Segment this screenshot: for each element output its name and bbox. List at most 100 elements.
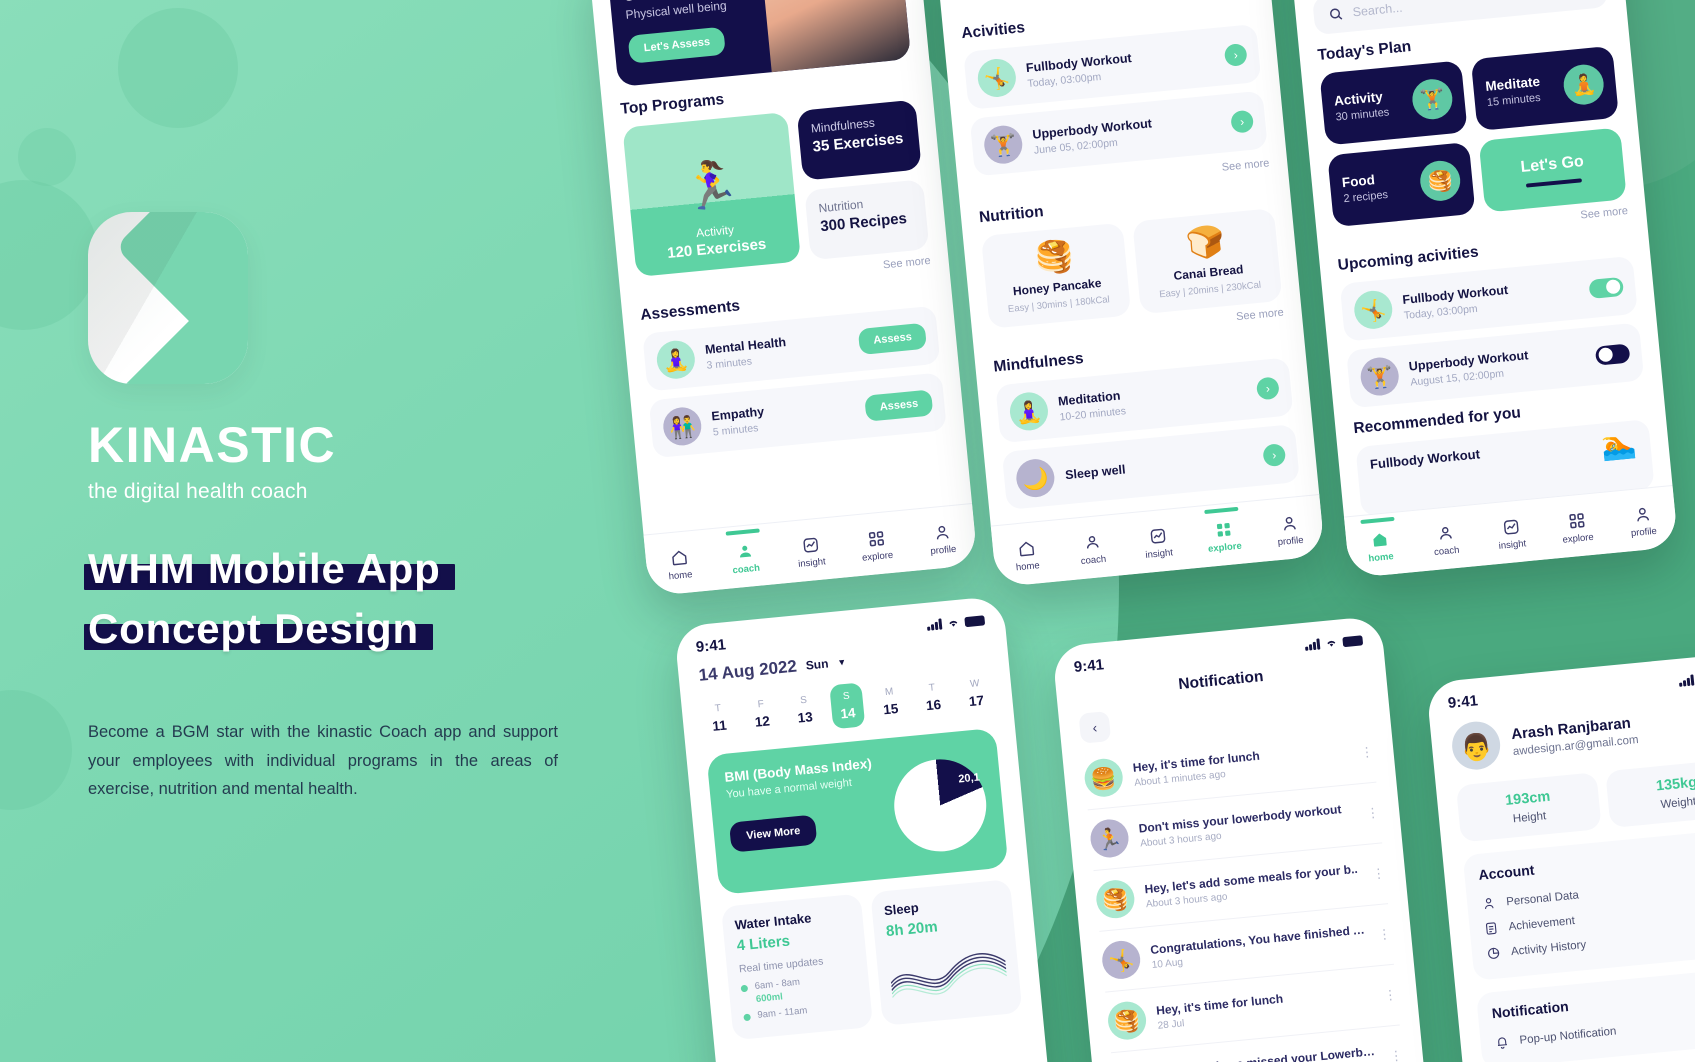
more-options-icon[interactable]: ⋮ (1360, 744, 1374, 760)
avatar[interactable]: 👨 (1449, 719, 1503, 772)
chevron-down-icon[interactable]: ▼ (837, 657, 847, 668)
nav-item-profile[interactable]: profile (908, 520, 977, 559)
nav-label: insight (1498, 538, 1527, 552)
nav-label: explore (861, 549, 894, 564)
profile-stats: 193cm Height 135kg Weight (1455, 757, 1695, 843)
timeline-dot (743, 1013, 751, 1022)
more-options-icon[interactable]: ⋮ (1371, 865, 1385, 881)
nav-item-explore[interactable]: explore (842, 526, 911, 565)
program-card-nutrition[interactable]: Nutrition 300 Recipes (803, 179, 930, 261)
more-options-icon[interactable]: ⋮ (1366, 805, 1380, 821)
headline-line-1: WHM Mobile App (84, 545, 455, 592)
nav-label: profile (1277, 534, 1305, 549)
nav-item-coach[interactable]: coach (1411, 521, 1480, 560)
signal-icon (927, 618, 943, 631)
plan-label: Food (1341, 172, 1376, 191)
day-cell[interactable]: T 16 (915, 674, 951, 721)
day-number: 14 (839, 705, 857, 722)
explore-icon (1216, 523, 1230, 537)
nav-item-home[interactable]: home (645, 545, 714, 584)
plan-value: 2 recipes (1342, 188, 1389, 206)
plan-tile-activity[interactable]: Activity 30 minutes 🏋️ (1319, 60, 1468, 146)
day-cell-selected[interactable]: S 14 (829, 682, 866, 730)
poster-canvas: KINASTIC the digital health coach WHM Mo… (0, 0, 1695, 1062)
brand-tagline: the digital health coach (88, 480, 308, 503)
hero-photo (761, 0, 912, 73)
plan-tile-meditate[interactable]: Meditate 15 minutes 🧘 (1470, 45, 1619, 132)
view-more-button[interactable]: View More (728, 814, 818, 853)
meal-card[interactable]: 🥞 Honey Pancake Easy | 30mins | 180kCal (980, 222, 1132, 329)
account-item-label: Achievement (1508, 914, 1576, 933)
nav-item-home[interactable]: home (992, 536, 1061, 575)
nav-item-profile[interactable]: profile (1608, 502, 1677, 541)
water-amount: 600ml (755, 991, 784, 1005)
jumprope-avatar: 🤸 (976, 57, 1018, 99)
nav-label: insight (1145, 547, 1174, 561)
nav-item-insight[interactable]: insight (1477, 515, 1546, 554)
coach-screen: Understand your Physical well being Let'… (588, 0, 978, 596)
nav-item-explore[interactable]: explore (1189, 517, 1258, 556)
activity-illustration: 🏃‍♀️ (679, 156, 742, 214)
profile-icon (1283, 516, 1296, 531)
back-button[interactable]: ‹ (1078, 710, 1112, 744)
day-dow: S (842, 690, 851, 703)
day-dow: M (884, 686, 894, 699)
day-cell[interactable]: T 11 (701, 695, 737, 742)
top-programs-list: 🏃‍♀️ Activity 120 Exercises Mindfulness … (622, 99, 930, 278)
water-range: 9am - 11am (756, 1005, 808, 1021)
nav-item-insight[interactable]: insight (777, 533, 846, 572)
day-cell[interactable]: M 15 (872, 678, 908, 725)
lets-go-button[interactable]: Let's Go (1478, 127, 1627, 213)
more-options-icon[interactable]: ⋮ (1377, 926, 1391, 942)
nav-label: insight (797, 556, 827, 570)
nav-item-home[interactable]: home (1346, 527, 1415, 566)
plan-tile-food[interactable]: Food 2 recipes 🥞 (1327, 141, 1476, 228)
assess-button[interactable]: Assess (858, 322, 927, 355)
notification-item-label: Pop-up Notification (1519, 1024, 1617, 1047)
notification-list: 🍔 Hey, it's time for lunch About 1 minut… (1081, 721, 1406, 1062)
plan-value: 15 minutes (1486, 91, 1542, 109)
wifi-icon (949, 620, 958, 627)
nav-item-coach[interactable]: coach (711, 539, 780, 578)
meditation-avatar: 🧘‍♀️ (655, 338, 697, 381)
search-placeholder: Search... (1352, 0, 1404, 20)
water-intake-card[interactable]: Water Intake 4 Liters Real time updates … (720, 893, 874, 1041)
nav-item-coach[interactable]: coach (1058, 530, 1127, 569)
coach-icon (739, 545, 751, 558)
pancake-icon: 🥞 (1033, 237, 1076, 277)
upcoming-toggle[interactable] (1594, 343, 1631, 366)
program-card-activity[interactable]: 🏃‍♀️ Activity 120 Exercises (622, 111, 801, 278)
more-options-icon[interactable]: ⋮ (1383, 987, 1397, 1003)
chevron-right-icon[interactable]: › (1230, 109, 1255, 134)
day-cell[interactable]: W 17 (958, 670, 994, 717)
assess-button[interactable]: Assess (864, 389, 934, 422)
lets-assess-button[interactable]: Let's Assess (627, 26, 727, 64)
profile-icon (936, 525, 949, 540)
lets-go-label: Let's Go (1519, 152, 1585, 176)
meal-card[interactable]: 🍞 Canai Bread Easy | 20mins | 230kCal (1132, 208, 1283, 315)
upcoming-toggle[interactable] (1588, 276, 1625, 299)
phone-notification: 9:41 Notification ‹ 🍔 Hey, it's time for… (1051, 615, 1435, 1062)
coach-icon (1439, 527, 1452, 540)
day-cell[interactable]: S 13 (786, 687, 822, 734)
recommended-illustration: 🏊 (1600, 427, 1638, 462)
metrics-row: Water Intake 4 Liters Real time updates … (720, 879, 1023, 1041)
chevron-right-icon[interactable]: › (1255, 376, 1280, 401)
nav-label: home (1015, 560, 1041, 574)
coach-hero-card[interactable]: Understand your Physical well being Let'… (607, 0, 912, 87)
nav-item-profile[interactable]: profile (1255, 511, 1324, 550)
sleep-card[interactable]: Sleep 8h 20m (870, 879, 1023, 1026)
program-card-mindfulness[interactable]: Mindfulness 35 Exercises (796, 99, 922, 181)
status-time: 9:41 (1073, 656, 1105, 677)
nav-item-explore[interactable]: explore (1543, 508, 1612, 547)
day-dow: T (928, 682, 936, 694)
background-blob (118, 8, 238, 128)
chevron-right-icon[interactable]: › (1262, 443, 1287, 468)
nav-item-insight[interactable]: insight (1124, 524, 1193, 563)
chevron-right-icon[interactable]: › (1223, 42, 1248, 67)
day-dow: S (799, 694, 808, 707)
day-cell[interactable]: F 12 (744, 691, 780, 738)
nav-label: coach (1433, 544, 1460, 559)
more-options-icon[interactable]: ⋮ (1389, 1047, 1403, 1062)
bmi-value: 20,1 (957, 771, 981, 786)
